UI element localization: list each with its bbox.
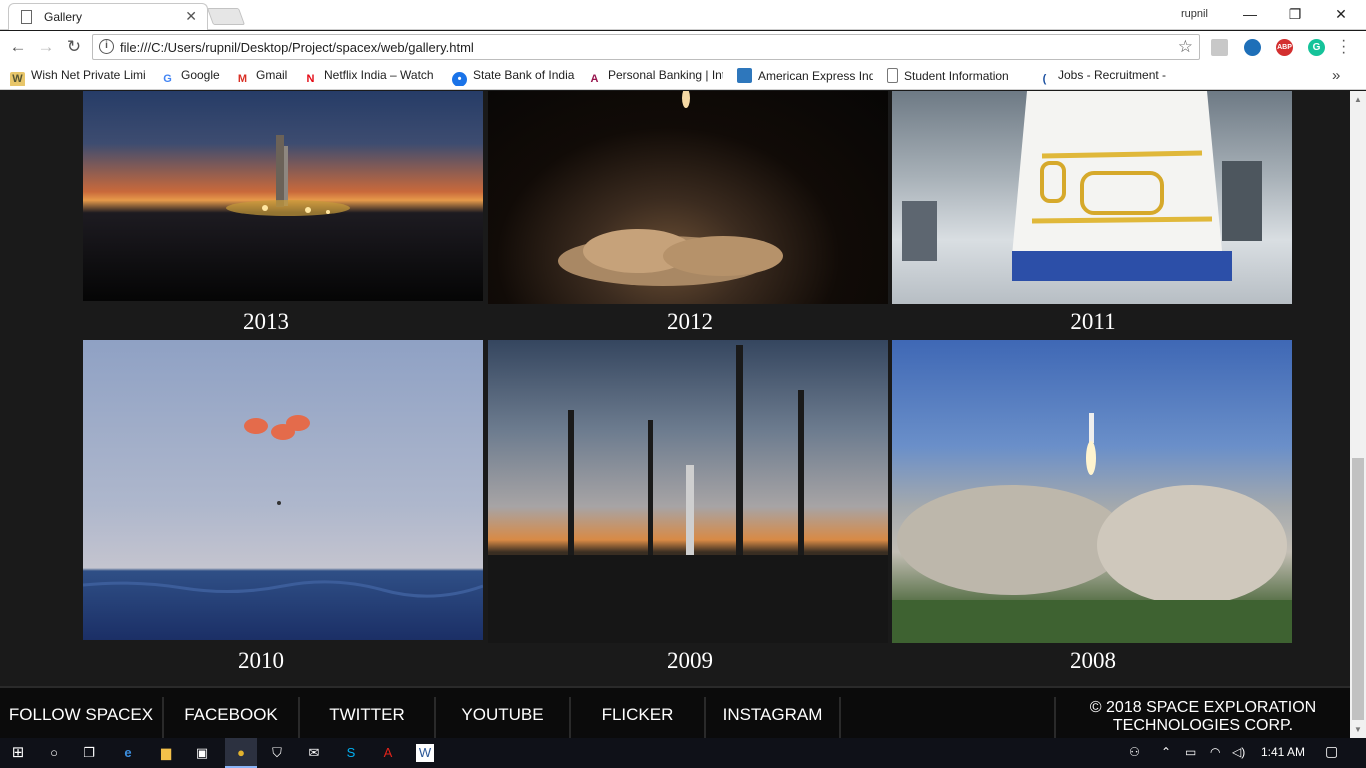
menu-dots-icon[interactable]: · · ·: [1341, 33, 1347, 61]
bookmark-item[interactable]: American Express Ind: [737, 68, 873, 86]
grammarly-icon[interactable]: G: [1308, 39, 1325, 56]
year-label: 2011: [1070, 309, 1116, 334]
bookmark-item[interactable]: (Jobs - Recruitment -: [1037, 68, 1173, 86]
forward-arrow-icon[interactable]: →: [36, 37, 56, 57]
footer-link-facebook[interactable]: FACEBOOK: [164, 697, 300, 739]
site-footer: FOLLOW SPACEX FACEBOOK TWITTER YOUTUBE F…: [0, 686, 1350, 739]
acrobat-icon[interactable]: A: [379, 744, 397, 762]
notifications-icon[interactable]: ▢: [1325, 743, 1338, 760]
photo-capsule-factory: [902, 91, 1262, 281]
gmail-icon: M: [237, 73, 248, 85]
year-label: 2010: [238, 648, 284, 673]
scrollbar-thumb[interactable]: [1352, 458, 1364, 720]
photo-parachutes-ocean: [83, 415, 483, 598]
battery-icon[interactable]: ▭: [1185, 745, 1196, 759]
page-icon: [887, 68, 898, 83]
skype-icon[interactable]: S: [342, 744, 360, 762]
wishnet-icon: W: [10, 72, 25, 86]
back-arrow-icon[interactable]: ←: [8, 37, 28, 57]
windows-start-icon[interactable]: ⊞: [9, 744, 27, 762]
browser-toolbar: ← → ↻ i file:///C:/Users/rupnil/Desktop/…: [0, 31, 1366, 63]
info-icon[interactable]: i: [99, 39, 114, 54]
page-scrollbar[interactable]: ▲ ▼: [1350, 91, 1366, 738]
footer-follow-spacex: FOLLOW SPACEX: [0, 697, 164, 739]
year-label: 2009: [667, 648, 713, 673]
new-tab-button[interactable]: [206, 8, 246, 25]
ext-page-icon[interactable]: [1211, 39, 1228, 56]
tab-gallery[interactable]: Gallery ✕: [8, 3, 208, 30]
tray-overflow-icon[interactable]: ⌃: [1161, 745, 1171, 759]
footer-link-twitter[interactable]: TWITTER: [300, 697, 436, 739]
close-tab-icon[interactable]: ✕: [185, 8, 197, 25]
footer-link-instagram[interactable]: INSTAGRAM: [706, 697, 841, 739]
amex-icon: [737, 68, 752, 83]
copyright-line-1: © 2018 SPACE EXPLORATION: [1089, 699, 1317, 716]
bookmarks-bar: W Wish Net Private Limi G Google M Gmail NN…: [0, 63, 1366, 90]
footer-copyright: © 2018 SPACE EXPLORATION TECHNOLOGIES CO…: [1054, 697, 1350, 739]
bookmark-item[interactable]: A Personal Banking | Int: [587, 68, 723, 86]
adblock-plus-icon[interactable]: ABP: [1276, 39, 1293, 56]
photo-launchpad-sunset: [226, 135, 350, 216]
page-icon: [21, 10, 32, 24]
gallery-photo-2009[interactable]: [488, 340, 888, 643]
clock-time[interactable]: 1:41 AM: [1261, 745, 1305, 759]
browser-tab-strip: Gallery ✕ rupnil — ❐ ✕: [0, 0, 1366, 30]
axis-bank-icon: A: [590, 73, 599, 85]
netflix-icon: N: [306, 73, 315, 85]
url-text[interactable]: file:///C:/Users/rupnil/Desktop/Project/…: [120, 40, 474, 55]
bookmark-item[interactable]: Student Information: [887, 68, 1021, 86]
bookmark-item[interactable]: W Wish Net Private Limi: [10, 68, 148, 86]
bookmark-item[interactable]: N Netflix India – Watch: [303, 68, 437, 86]
bookmark-item[interactable]: • State Bank of India: [452, 68, 577, 86]
restore-icon[interactable]: ❐: [1280, 3, 1310, 25]
gallery-page: 2013 2012 2011 2010 2009 2008: [0, 91, 1350, 738]
task-view-icon[interactable]: ❐: [80, 744, 98, 762]
gallery-photo-2012[interactable]: [488, 91, 888, 304]
bookmark-star-icon[interactable]: ☆: [1178, 37, 1193, 57]
mail-icon[interactable]: ✉: [305, 744, 323, 762]
defender-icon[interactable]: ⛉: [268, 744, 286, 762]
footer-link-flicker[interactable]: FLICKER: [571, 697, 706, 739]
gallery-photo-2011[interactable]: [892, 91, 1292, 304]
tab-title: Gallery: [44, 10, 83, 24]
address-bar[interactable]: i file:///C:/Users/rupnil/Desktop/Projec…: [92, 34, 1200, 60]
bookmarks-overflow-icon[interactable]: »: [1332, 67, 1340, 84]
profile-name[interactable]: rupnil: [1181, 8, 1208, 20]
gallery-photo-2008[interactable]: [892, 340, 1292, 643]
wifi-icon[interactable]: ◠: [1210, 745, 1220, 759]
ext-circle-icon[interactable]: [1244, 39, 1261, 56]
chrome-icon[interactable]: ●: [232, 744, 250, 762]
edge-icon[interactable]: e: [119, 744, 137, 762]
reload-icon[interactable]: ↻: [64, 37, 84, 57]
bookmark-item[interactable]: G Google: [160, 68, 230, 86]
copyright-line-2: TECHNOLOGIES CORP.: [1112, 717, 1294, 734]
gallery-photo-2010[interactable]: [83, 340, 483, 640]
jobs-icon: (: [1042, 73, 1047, 85]
windows-taskbar: ⊞ ○ ❐ e ▆ ▣ ● ⛉ ✉ S A W ⚇ ⌃ ▭ ◠ ◁) 1:41 …: [0, 738, 1366, 768]
year-label: 2012: [667, 309, 713, 334]
photo-night-launch: [558, 91, 783, 286]
scroll-down-icon[interactable]: ▼: [1354, 725, 1362, 734]
gallery-photo-2013[interactable]: [83, 91, 483, 301]
minimize-icon[interactable]: —: [1235, 3, 1265, 25]
bookmark-item[interactable]: M Gmail: [235, 68, 295, 86]
photo-launch-towers: [488, 345, 888, 643]
google-icon: G: [163, 73, 172, 85]
close-window-icon[interactable]: ✕: [1326, 3, 1356, 25]
scroll-up-icon[interactable]: ▲: [1354, 95, 1362, 104]
cortana-icon[interactable]: ○: [45, 744, 63, 762]
year-label: 2008: [1070, 648, 1116, 673]
sbi-icon: •: [452, 72, 467, 86]
year-label: 2013: [243, 309, 289, 334]
word-icon[interactable]: W: [416, 744, 434, 762]
people-icon[interactable]: ⚇: [1129, 745, 1140, 759]
photo-rocket-launch: [892, 413, 1292, 643]
file-explorer-icon[interactable]: ▆: [157, 744, 175, 762]
volume-icon[interactable]: ◁): [1232, 745, 1245, 759]
store-icon[interactable]: ▣: [193, 744, 211, 762]
footer-link-youtube[interactable]: YOUTUBE: [436, 697, 571, 739]
